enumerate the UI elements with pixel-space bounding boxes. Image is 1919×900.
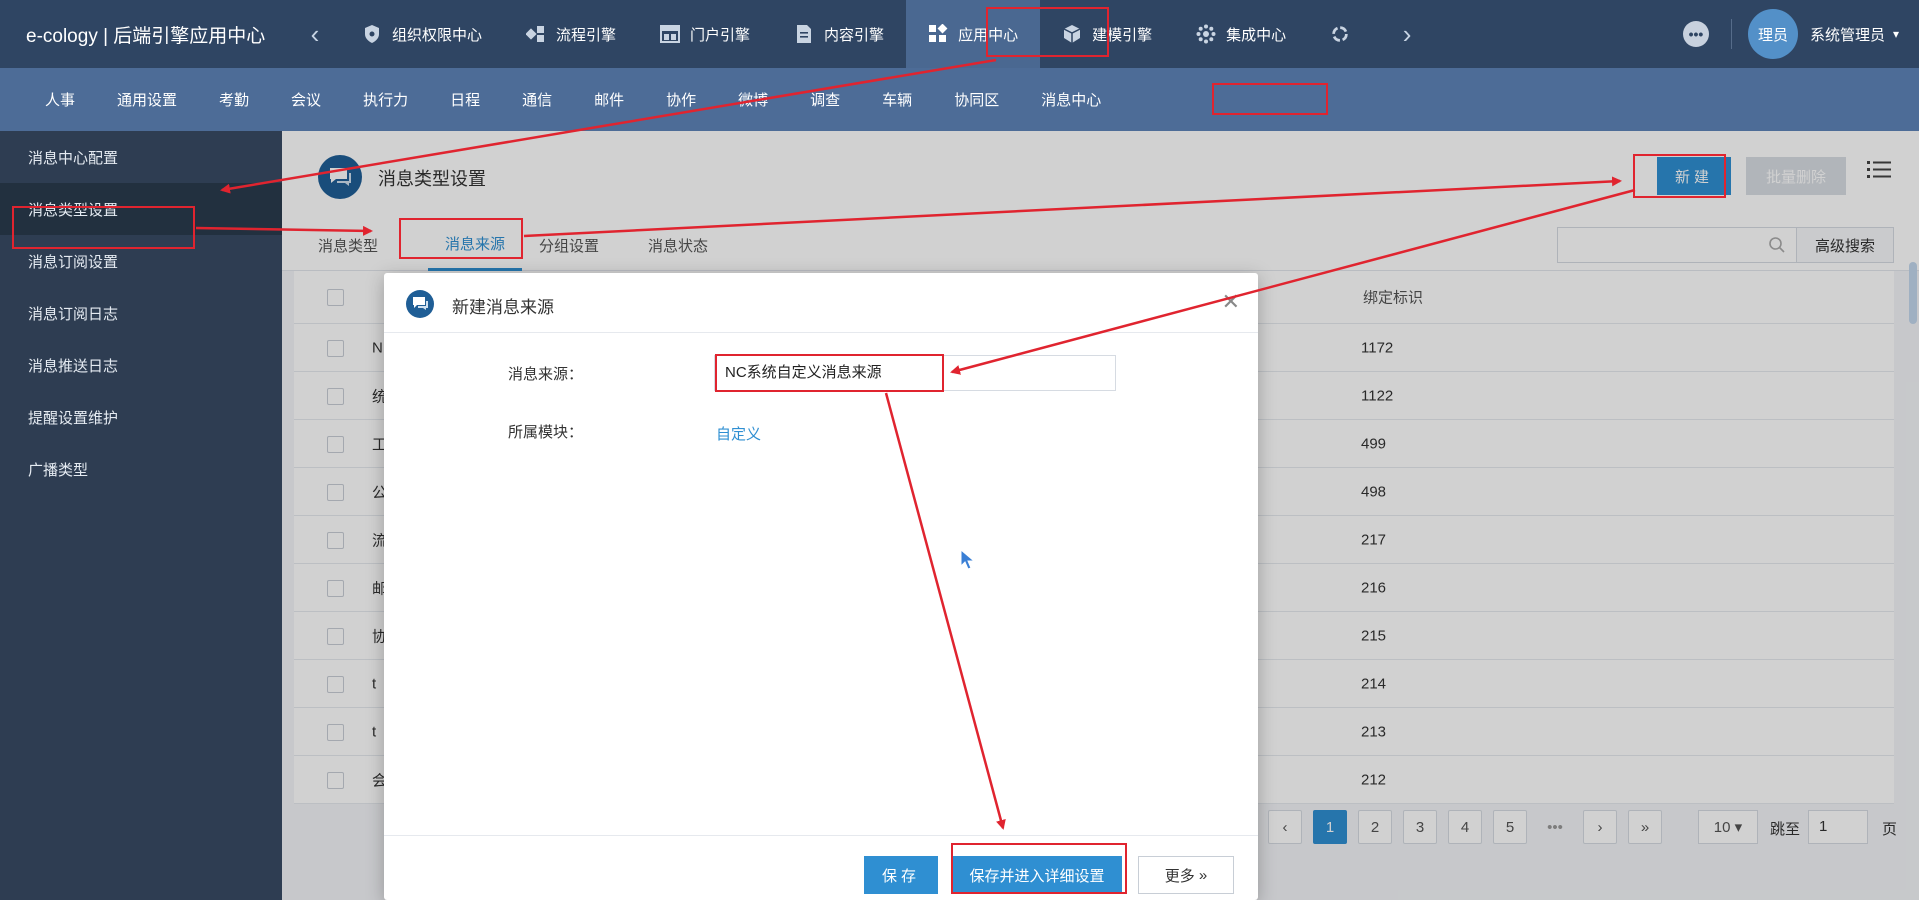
topnav-label: 内容引擎 [824,26,885,44]
sidebar: 消息中心配置 消息类型设置 消息订阅设置 消息订阅日志 消息推送日志 提醒设置维… [0,131,282,900]
subnav-item[interactable]: 通用设置 [96,68,198,131]
app-brand: e-cology | 后端引擎应用中心 [26,25,266,47]
sidebar-item-config[interactable]: 消息中心配置 [0,131,282,183]
new-source-dialog: 新建消息来源 ✕ 消息来源： NC系统自定义消息来源 所属模块： 自定义 保存 … [384,273,1258,900]
sidebar-item-reminder[interactable]: 提醒设置维护 [0,391,282,443]
topnav-item-workflow[interactable]: 流程引擎 [504,0,638,68]
top-right: ••• 理员 系统管理员 ▾ [1682,0,1919,68]
save-button[interactable]: 保存 [864,856,938,894]
nav-next-icon[interactable]: › [1382,19,1432,50]
nav-prev-icon[interactable]: ‹ [290,19,340,50]
field-label-module: 所属模块： [508,424,584,441]
avatar[interactable]: 理员 [1747,9,1798,59]
more-button[interactable]: 更多 » [1138,856,1234,894]
topnav-label: 门户引擎 [690,26,751,44]
double-chevron-right-icon: » [1198,866,1208,884]
sidebar-item-push-log[interactable]: 消息推送日志 [0,339,282,391]
dialog-header: 新建消息来源 ✕ [384,273,1258,333]
subnav-item[interactable]: 车辆 [861,68,933,131]
source-input[interactable]: NC系统自定义消息来源 [714,355,1116,391]
scrollbar[interactable] [1909,262,1917,324]
topnav-label: 集成中心 [1226,26,1287,44]
dialog-title: 新建消息来源 [452,298,554,317]
message-icon [406,290,434,318]
top-nav: 组织权限中心 流程引擎 门户引擎 内容引擎 应用中心 建模引擎 集成中心 › [340,0,1432,68]
subnav-item[interactable]: 考勤 [198,68,270,131]
top-bar: e-cology | 后端引擎应用中心 ‹ 组织权限中心 流程引擎 门户引擎 内… [0,0,1919,68]
subnav-item-message-center[interactable]: 消息中心 [1020,68,1122,131]
save-and-detail-button[interactable]: 保存并进入详细设置 [952,856,1122,894]
integration-icon [1196,24,1216,44]
topnav-item-link[interactable] [1308,0,1382,68]
cube-icon [1062,24,1082,44]
more-label: 更多 [1164,867,1195,885]
sidebar-item-subscription[interactable]: 消息订阅设置 [0,235,282,287]
chevron-down-icon[interactable]: ▾ [1893,27,1899,41]
sub-nav: 人事 通用设置 考勤 会议 执行力 日程 通信 邮件 协作 微博 调查 车辆 协… [0,68,1919,131]
more-icon[interactable]: ••• [1682,21,1709,47]
username[interactable]: 系统管理员 [1810,24,1885,45]
document-icon [794,24,814,44]
link-icon [1330,24,1350,44]
subnav-item[interactable]: 会议 [270,68,342,131]
close-icon[interactable]: ✕ [1222,289,1240,315]
apps-icon [928,24,948,44]
topnav-label: 组织权限中心 [392,26,483,44]
topnav-item-org[interactable]: 组织权限中心 [340,0,504,68]
topnav-item-modeling[interactable]: 建模引擎 [1040,0,1174,68]
topnav-label: 建模引擎 [1092,26,1153,44]
sidebar-item-subscription-log[interactable]: 消息订阅日志 [0,287,282,339]
subnav-item[interactable]: 协同区 [933,68,1020,131]
field-label-source: 消息来源： [508,366,584,383]
shield-icon [362,24,382,44]
subnav-item[interactable]: 协作 [645,68,717,131]
module-link[interactable]: 自定义 [716,423,761,444]
topnav-item-content[interactable]: 内容引擎 [772,0,906,68]
subnav-item[interactable]: 执行力 [342,68,429,131]
topnav-item-integration[interactable]: 集成中心 [1174,0,1308,68]
topnav-label: 流程引擎 [556,26,617,44]
sidebar-item-type-settings[interactable]: 消息类型设置 [0,183,282,235]
subnav-item[interactable]: 调查 [789,68,861,131]
topnav-label: 应用中心 [958,26,1019,44]
topnav-item-apps[interactable]: 应用中心 [906,0,1041,68]
subnav-item[interactable]: 日程 [429,68,501,131]
sidebar-item-broadcast[interactable]: 广播类型 [0,443,282,495]
subnav-item[interactable]: 微博 [717,68,789,131]
dialog-footer: 保存 保存并进入详细设置 更多 » [384,835,1258,900]
topnav-item-portal[interactable]: 门户引擎 [638,0,772,68]
subnav-item[interactable]: 人事 [24,68,96,131]
portal-icon [660,24,681,44]
divider [1730,19,1732,49]
flow-icon [526,24,546,44]
subnav-item[interactable]: 邮件 [573,68,645,131]
subnav-item[interactable]: 通信 [501,68,573,131]
